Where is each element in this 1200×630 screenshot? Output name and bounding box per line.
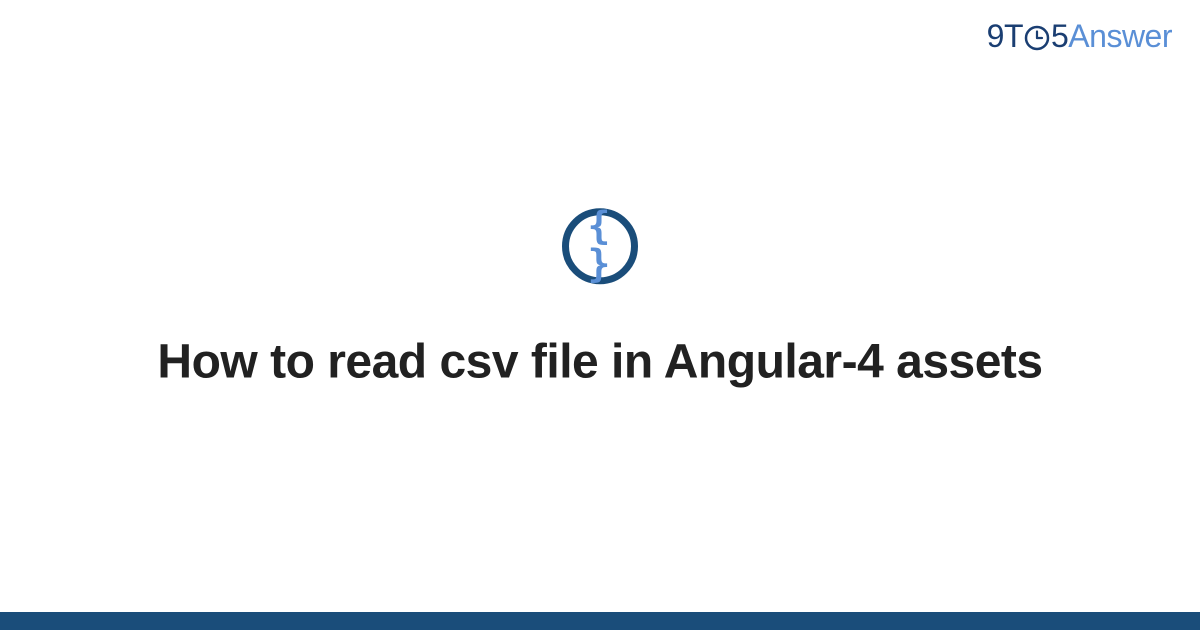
brand-middle: 5 (1051, 18, 1068, 55)
main-content: { } How to read csv file in Angular-4 as… (0, 208, 1200, 392)
brand-prefix: 9T (987, 18, 1023, 55)
category-badge: { } (562, 208, 638, 284)
page-title: How to read csv file in Angular-4 assets (60, 332, 1140, 392)
code-braces-icon: { } (569, 206, 631, 282)
brand-logo: 9T 5 Answer (987, 18, 1172, 55)
clock-icon (1024, 25, 1050, 51)
brand-suffix: Answer (1068, 18, 1172, 55)
footer-bar (0, 612, 1200, 630)
